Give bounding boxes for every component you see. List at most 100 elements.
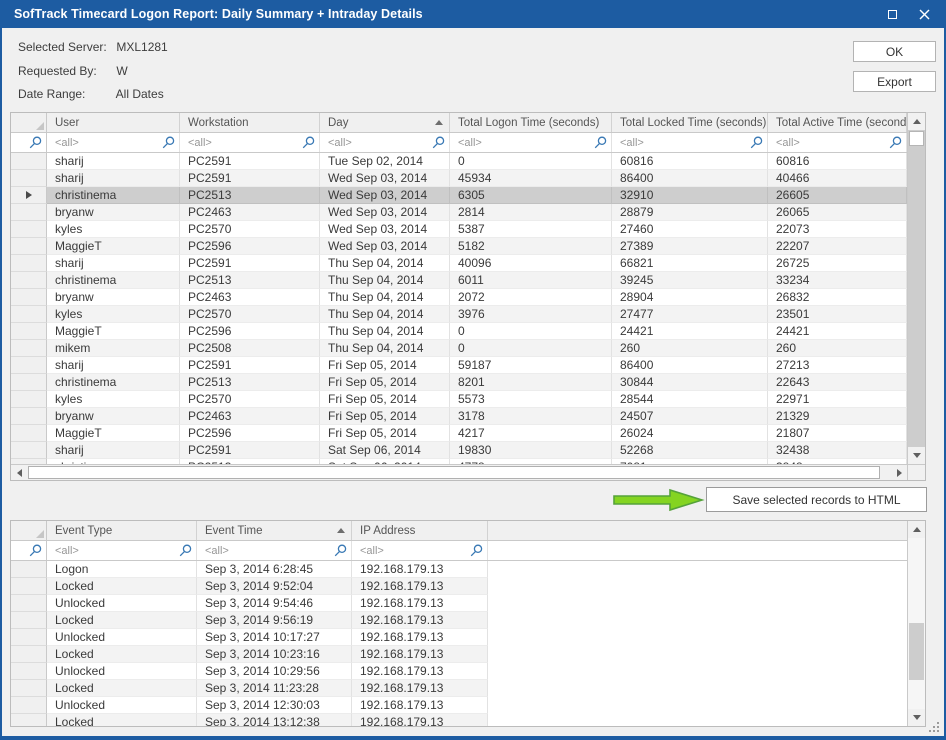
row-indicator[interactable] (11, 391, 47, 408)
search-icon[interactable] (179, 544, 192, 557)
row-indicator[interactable] (11, 629, 47, 646)
row-indicator[interactable] (11, 612, 47, 629)
scroll-right-button[interactable] (891, 465, 907, 480)
row-indicator[interactable] (11, 221, 47, 238)
table-row[interactable]: UnlockedSep 3, 2014 10:29:56192.168.179.… (11, 663, 907, 680)
search-icon[interactable] (29, 136, 42, 149)
summary-grid-vertical-scrollbar[interactable] (907, 113, 925, 464)
filter-cell-total-logon-time-seconds[interactable]: <all> (450, 133, 612, 152)
table-row[interactable]: kylesPC2570Fri Sep 05, 20145573285442297… (11, 391, 907, 408)
summary-grid-horizontal-scrollbar[interactable] (11, 464, 907, 480)
row-indicator[interactable] (11, 204, 47, 221)
row-indicator[interactable] (11, 187, 47, 204)
scroll-left-button[interactable] (11, 465, 27, 480)
scroll-up-button[interactable] (908, 113, 925, 130)
row-indicator[interactable] (11, 357, 47, 374)
column-header-day[interactable]: Day (320, 113, 450, 132)
table-row[interactable]: UnlockedSep 3, 2014 9:54:46192.168.179.1… (11, 595, 907, 612)
row-indicator[interactable] (11, 289, 47, 306)
row-indicator-header[interactable] (11, 521, 47, 540)
filter-row-indicator[interactable] (11, 133, 47, 152)
row-indicator[interactable] (11, 561, 47, 578)
filter-cell-event-type[interactable]: <all> (47, 541, 197, 560)
filter-cell-ip-address[interactable]: <all> (352, 541, 488, 560)
filter-row-indicator[interactable] (11, 541, 47, 560)
row-indicator[interactable] (11, 646, 47, 663)
table-row[interactable]: LockedSep 3, 2014 13:12:38192.168.179.13 (11, 714, 907, 726)
row-indicator[interactable] (11, 663, 47, 680)
table-row[interactable]: mikemPC2508Thu Sep 04, 20140260260 (11, 340, 907, 357)
ok-button[interactable]: OK (853, 41, 936, 62)
table-row[interactable]: UnlockedSep 3, 2014 10:17:27192.168.179.… (11, 629, 907, 646)
table-row[interactable]: bryanwPC2463Thu Sep 04, 2014207228904268… (11, 289, 907, 306)
search-icon[interactable] (750, 136, 763, 149)
row-indicator[interactable] (11, 255, 47, 272)
column-header-total-active-time-seconds[interactable]: Total Active Time (seconds) (768, 113, 907, 132)
table-row[interactable]: MaggieTPC2596Fri Sep 05, 201442172602421… (11, 425, 907, 442)
table-row[interactable]: LogonSep 3, 2014 6:28:45192.168.179.13 (11, 561, 907, 578)
table-row[interactable]: sharijPC2591Wed Sep 03, 2014459348640040… (11, 170, 907, 187)
resize-grip[interactable] (929, 722, 940, 733)
close-button[interactable] (908, 0, 940, 28)
search-icon[interactable] (594, 136, 607, 149)
table-row[interactable]: MaggieTPC2596Thu Sep 04, 201402442124421 (11, 323, 907, 340)
table-row[interactable]: sharijPC2591Tue Sep 02, 201406081660816 (11, 153, 907, 170)
column-header-workstation[interactable]: Workstation (180, 113, 320, 132)
row-indicator[interactable] (11, 595, 47, 612)
table-row[interactable]: sharijPC2591Sat Sep 06, 2014198305226832… (11, 442, 907, 459)
table-row[interactable]: MaggieTPC2596Wed Sep 03, 201451822738922… (11, 238, 907, 255)
row-indicator[interactable] (11, 340, 47, 357)
row-indicator[interactable] (11, 408, 47, 425)
table-row[interactable]: sharijPC2591Thu Sep 04, 2014400966682126… (11, 255, 907, 272)
search-icon[interactable] (302, 136, 315, 149)
table-row[interactable]: LockedSep 3, 2014 11:23:28192.168.179.13 (11, 680, 907, 697)
filter-cell-total-active-time-seconds[interactable]: <all> (768, 133, 907, 152)
row-indicator-header[interactable] (11, 113, 47, 132)
table-row[interactable]: LockedSep 3, 2014 9:52:04192.168.179.13 (11, 578, 907, 595)
search-icon[interactable] (334, 544, 347, 557)
filter-cell-workstation[interactable]: <all> (180, 133, 320, 152)
row-indicator[interactable] (11, 323, 47, 340)
table-row[interactable]: christinemaPC2513Wed Sep 03, 20146305329… (11, 187, 907, 204)
filter-cell-event-time[interactable]: <all> (197, 541, 352, 560)
detail-grid-vertical-scrollbar[interactable] (907, 521, 925, 726)
column-header-total-logon-time-seconds[interactable]: Total Logon Time (seconds) (450, 113, 612, 132)
column-header-user[interactable]: User (47, 113, 180, 132)
row-indicator[interactable] (11, 578, 47, 595)
table-row[interactable]: kylesPC2570Wed Sep 03, 20145387274602207… (11, 221, 907, 238)
search-icon[interactable] (470, 544, 483, 557)
row-indicator[interactable] (11, 442, 47, 459)
row-indicator[interactable] (11, 272, 47, 289)
column-header-event-time[interactable]: Event Time (197, 521, 352, 540)
maximize-button[interactable] (876, 0, 908, 28)
search-icon[interactable] (432, 136, 445, 149)
save-selected-records-button[interactable]: Save selected records to HTML (706, 487, 927, 512)
scroll-down-button[interactable] (908, 447, 925, 464)
table-row[interactable]: christinemaPC2513Thu Sep 04, 20146011392… (11, 272, 907, 289)
row-indicator[interactable] (11, 153, 47, 170)
export-button[interactable]: Export (853, 71, 936, 92)
filter-cell-user[interactable]: <all> (47, 133, 180, 152)
column-header-event-type[interactable]: Event Type (47, 521, 197, 540)
row-indicator[interactable] (11, 306, 47, 323)
search-icon[interactable] (889, 136, 902, 149)
table-row[interactable]: UnlockedSep 3, 2014 12:30:03192.168.179.… (11, 697, 907, 714)
scrollbar-thumb[interactable] (909, 131, 924, 146)
table-row[interactable]: LockedSep 3, 2014 10:23:16192.168.179.13 (11, 646, 907, 663)
row-indicator[interactable] (11, 714, 47, 726)
search-icon[interactable] (162, 136, 175, 149)
row-indicator[interactable] (11, 697, 47, 714)
filter-cell-day[interactable]: <all> (320, 133, 450, 152)
column-header-total-locked-time-seconds[interactable]: Total Locked Time (seconds) (612, 113, 768, 132)
row-indicator[interactable] (11, 170, 47, 187)
table-row[interactable]: sharijPC2591Fri Sep 05, 2014591878640027… (11, 357, 907, 374)
table-row[interactable]: LockedSep 3, 2014 9:56:19192.168.179.13 (11, 612, 907, 629)
table-row[interactable]: bryanwPC2463Fri Sep 05, 2014317824507213… (11, 408, 907, 425)
scroll-down-button[interactable] (908, 709, 925, 726)
row-indicator[interactable] (11, 374, 47, 391)
scrollbar-thumb[interactable] (28, 466, 880, 479)
row-indicator[interactable] (11, 425, 47, 442)
table-row[interactable]: kylesPC2570Thu Sep 04, 20143976274772350… (11, 306, 907, 323)
table-row[interactable]: bryanwPC2463Wed Sep 03, 2014281428879260… (11, 204, 907, 221)
scroll-up-button[interactable] (908, 521, 925, 538)
